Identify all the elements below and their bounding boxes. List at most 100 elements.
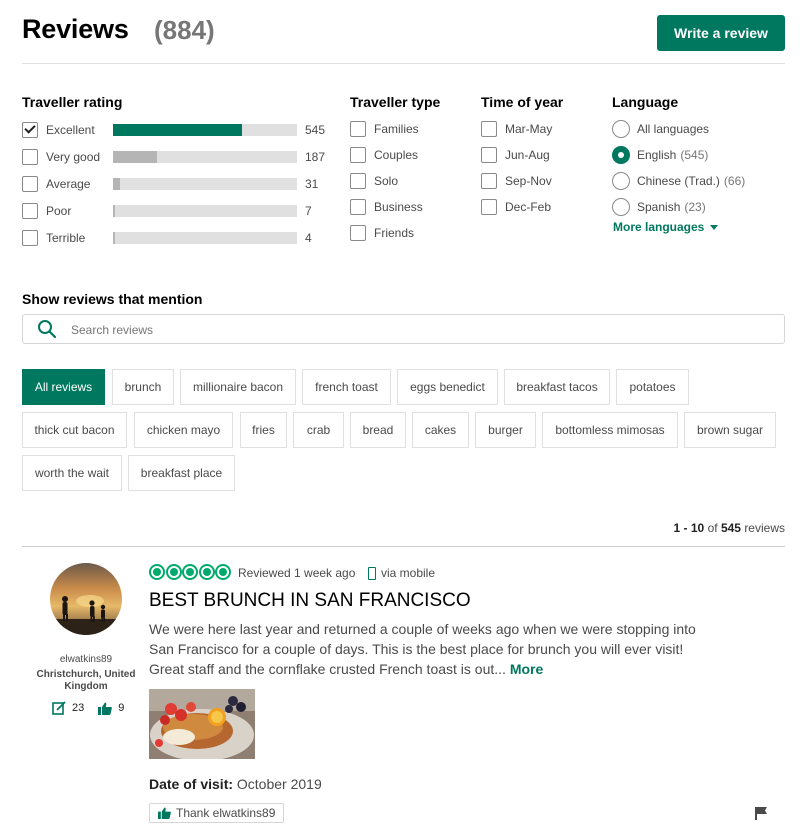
mention-tag-brunch[interactable]: brunch	[112, 369, 174, 405]
mention-tag-eggs-benedict[interactable]: eggs benedict	[397, 369, 498, 405]
language-count: (545)	[680, 148, 709, 162]
mention-tag-breakfast-place[interactable]: breakfast place	[128, 455, 235, 491]
mention-tag-brown-sugar[interactable]: brown sugar	[684, 412, 776, 448]
mention-tag-worth-the-wait[interactable]: worth the wait	[22, 455, 122, 491]
mention-tag-crab[interactable]: crab	[293, 412, 344, 448]
radio-button[interactable]	[612, 120, 630, 138]
mention-tag-burger[interactable]: burger	[475, 412, 536, 448]
rating-option-terrible[interactable]: Terrible	[22, 229, 85, 247]
radio-button[interactable]	[612, 146, 630, 164]
mention-tag-millionaire-bacon[interactable]: millionaire bacon	[180, 369, 296, 405]
checkbox[interactable]	[350, 173, 366, 189]
thumbs-up-icon	[158, 807, 171, 819]
food-photo-image	[149, 689, 255, 759]
review-body: We were here last year and returned a co…	[149, 619, 719, 679]
time-of-year-option-jun-aug[interactable]: Jun-Aug	[481, 146, 550, 164]
review-count: (884)	[154, 15, 215, 45]
checkbox[interactable]	[22, 122, 38, 138]
review-photo[interactable]	[149, 689, 255, 759]
mentions-title: Show reviews that mention	[22, 291, 203, 307]
checkbox[interactable]	[22, 149, 38, 165]
time-of-year-option-label: Mar-May	[505, 122, 553, 136]
traveller-type-option-business[interactable]: Business	[350, 198, 423, 216]
more-languages-label: More languages	[613, 220, 705, 234]
mention-tag-bread[interactable]: bread	[350, 412, 406, 448]
write-review-button[interactable]: Write a review	[657, 15, 785, 51]
mention-tag-fries[interactable]: fries	[240, 412, 287, 448]
search-reviews-input[interactable]: Search reviews	[22, 314, 785, 344]
language-title: Language	[612, 94, 679, 110]
reviewer-username[interactable]: elwatkins89	[22, 654, 150, 665]
divider	[22, 63, 785, 64]
time-of-year-title: Time of year	[481, 94, 564, 110]
radio-button[interactable]	[612, 198, 630, 216]
page-title: Reviews	[22, 14, 129, 44]
checkbox[interactable]	[481, 173, 497, 189]
via-mobile: via mobile	[368, 566, 435, 580]
date-of-visit-label: Date of visit:	[149, 776, 234, 792]
rating-option-excellent[interactable]: Excellent	[22, 121, 95, 139]
read-more-link[interactable]: More	[510, 661, 543, 677]
language-option-all-languages[interactable]: All languages	[612, 120, 709, 138]
helpful-votes-count: 9	[118, 702, 125, 714]
thank-reviewer-button[interactable]: Thank elwatkins89	[149, 803, 285, 823]
time-of-year-option-dec-feb[interactable]: Dec-Feb	[481, 198, 551, 216]
mention-tag-bottomless-mimosas[interactable]: bottomless mimosas	[542, 412, 678, 448]
mobile-phone-icon	[368, 566, 376, 580]
mention-tag-cakes[interactable]: cakes	[412, 412, 469, 448]
checkbox[interactable]	[350, 199, 366, 215]
checkbox[interactable]	[481, 199, 497, 215]
rating-label: Average	[46, 177, 91, 191]
mention-tag-thick-cut-bacon[interactable]: thick cut bacon	[22, 412, 127, 448]
rating-option-poor[interactable]: Poor	[22, 202, 71, 220]
rating-count: 31	[305, 177, 319, 191]
language-label: Spanish	[637, 200, 681, 214]
time-of-year-option-sep-nov[interactable]: Sep-Nov	[481, 172, 552, 190]
checkbox[interactable]	[22, 203, 38, 219]
checkbox[interactable]	[22, 230, 38, 246]
rating-bubble-icon	[182, 564, 198, 580]
time-of-year-option-mar-may[interactable]: Mar-May	[481, 120, 552, 138]
checkbox[interactable]	[350, 121, 366, 137]
mention-tag-french-toast[interactable]: french toast	[302, 369, 391, 405]
radio-button[interactable]	[612, 172, 630, 190]
traveller-type-option-friends[interactable]: Friends	[350, 224, 414, 242]
rating-option-average[interactable]: Average	[22, 175, 90, 193]
rating-bar	[113, 178, 297, 190]
traveller-type-option-families[interactable]: Families	[350, 120, 419, 138]
language-option-spanish[interactable]: Spanish (23)	[612, 198, 706, 216]
traveller-type-option-couples[interactable]: Couples	[350, 146, 418, 164]
paging-total: 545	[720, 521, 741, 535]
rating-bubble-icon	[149, 564, 165, 580]
more-languages-link[interactable]: More languages	[613, 220, 719, 234]
rating-option-very-good[interactable]: Very good	[22, 148, 100, 166]
language-count: (66)	[723, 174, 746, 188]
rating-label: Excellent	[46, 123, 95, 137]
mention-tag-potatoes[interactable]: potatoes	[616, 369, 689, 405]
language-option-chinese-trad[interactable]: Chinese (Trad.) (66)	[612, 172, 745, 190]
mention-tag-chicken-mayo[interactable]: chicken mayo	[134, 412, 233, 448]
rating-bar	[113, 205, 297, 217]
language-label: English	[637, 148, 677, 162]
traveller-type-option-label: Couples	[374, 148, 419, 162]
report-flag-icon[interactable]	[754, 806, 768, 820]
checkbox[interactable]	[350, 147, 366, 163]
rating-bar-fill	[113, 124, 242, 136]
mention-tag-breakfast-tacos[interactable]: breakfast tacos	[504, 369, 610, 405]
thank-label: Thank elwatkins89	[176, 806, 276, 820]
rating-bar	[113, 124, 297, 136]
review-title[interactable]: BEST BRUNCH IN SAN FRANCISCO	[149, 590, 471, 612]
traveller-rating-title: Traveller rating	[22, 94, 123, 110]
language-option-english[interactable]: English (545)	[612, 146, 708, 164]
checkbox[interactable]	[481, 147, 497, 163]
rating-bubble-icon	[198, 564, 215, 580]
mention-tag-all-reviews[interactable]: All reviews	[22, 369, 105, 405]
avatar[interactable]	[50, 563, 122, 635]
checkbox[interactable]	[350, 225, 366, 241]
traveller-type-option-solo[interactable]: Solo	[350, 172, 398, 190]
review-text: We were here last year and returned a co…	[149, 621, 696, 677]
checkbox[interactable]	[22, 176, 38, 192]
date-of-visit-value: October 2019	[236, 776, 322, 792]
checkbox[interactable]	[481, 121, 497, 137]
traveller-type-option-label: Solo	[374, 174, 399, 188]
